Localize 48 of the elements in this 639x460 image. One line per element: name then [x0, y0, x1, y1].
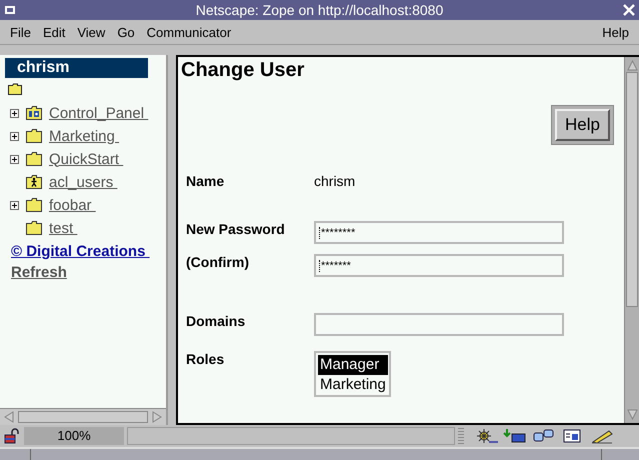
lock-icon[interactable] [3, 428, 21, 444]
folder-icon[interactable] [26, 152, 42, 166]
menu-item[interactable]: Communicator [140, 24, 238, 40]
tree-link[interactable]: QuickStart [49, 150, 124, 168]
folder-icon[interactable] [26, 221, 42, 235]
tree-link[interactable]: Marketing [49, 128, 120, 144]
help-button[interactable]: Help [555, 109, 610, 141]
vertical-scrollbar[interactable] [624, 57, 639, 423]
copyright-link[interactable]: © Digital Creations [11, 243, 150, 260]
window-title: Netscape: Zope on http://localhost:8080 [194, 2, 444, 18]
menu-item[interactable]: Go [111, 24, 141, 40]
user-folder-icon[interactable] [26, 175, 42, 189]
password-field[interactable]: ******** [314, 221, 564, 244]
menu-item[interactable]: Help [596, 24, 635, 40]
menu-item[interactable]: File [4, 24, 37, 40]
field-label: New Password [185, 221, 286, 237]
tree-link[interactable]: test [49, 220, 78, 236]
expand-icon[interactable] [10, 108, 19, 118]
folder-icon[interactable] [8, 83, 22, 95]
domains-field[interactable] [314, 313, 564, 336]
zoom-level: 100% [24, 427, 124, 445]
tree-link[interactable]: acl_users [49, 174, 118, 190]
tree-link[interactable]: foobar [49, 196, 96, 214]
pen-icon[interactable] [589, 428, 615, 444]
roles-listbox[interactable]: Manager Marketing [314, 351, 391, 397]
control-panel-folder-icon[interactable] [26, 106, 42, 120]
field-label: Roles [185, 351, 226, 367]
expand-icon[interactable] [10, 132, 19, 140]
expand-icon[interactable] [10, 200, 19, 210]
scrollbar-thumb[interactable] [18, 411, 148, 423]
list-option[interactable]: Manager [318, 355, 388, 375]
field-label: (Confirm) [185, 254, 250, 270]
name-value: chrism [314, 173, 356, 189]
folder-icon[interactable] [26, 129, 42, 143]
list-option[interactable]: Marketing [318, 375, 388, 395]
tree-link[interactable]: Control_Panel [49, 104, 148, 122]
inbox-icon[interactable] [502, 428, 528, 444]
horizontal-scrollbar[interactable] [0, 408, 166, 425]
field-label: Name [185, 173, 226, 189]
user-header: chrism [5, 58, 148, 78]
expand-icon[interactable] [10, 154, 19, 164]
refresh-link[interactable]: Refresh [11, 264, 67, 281]
menu-item[interactable]: Edit [36, 24, 72, 40]
folder-icon[interactable] [26, 198, 42, 212]
menu-item[interactable]: View [71, 24, 112, 40]
field-label: Domains [185, 313, 246, 329]
password-field[interactable]: ******* [314, 254, 564, 277]
page-title: Change User [181, 59, 306, 82]
